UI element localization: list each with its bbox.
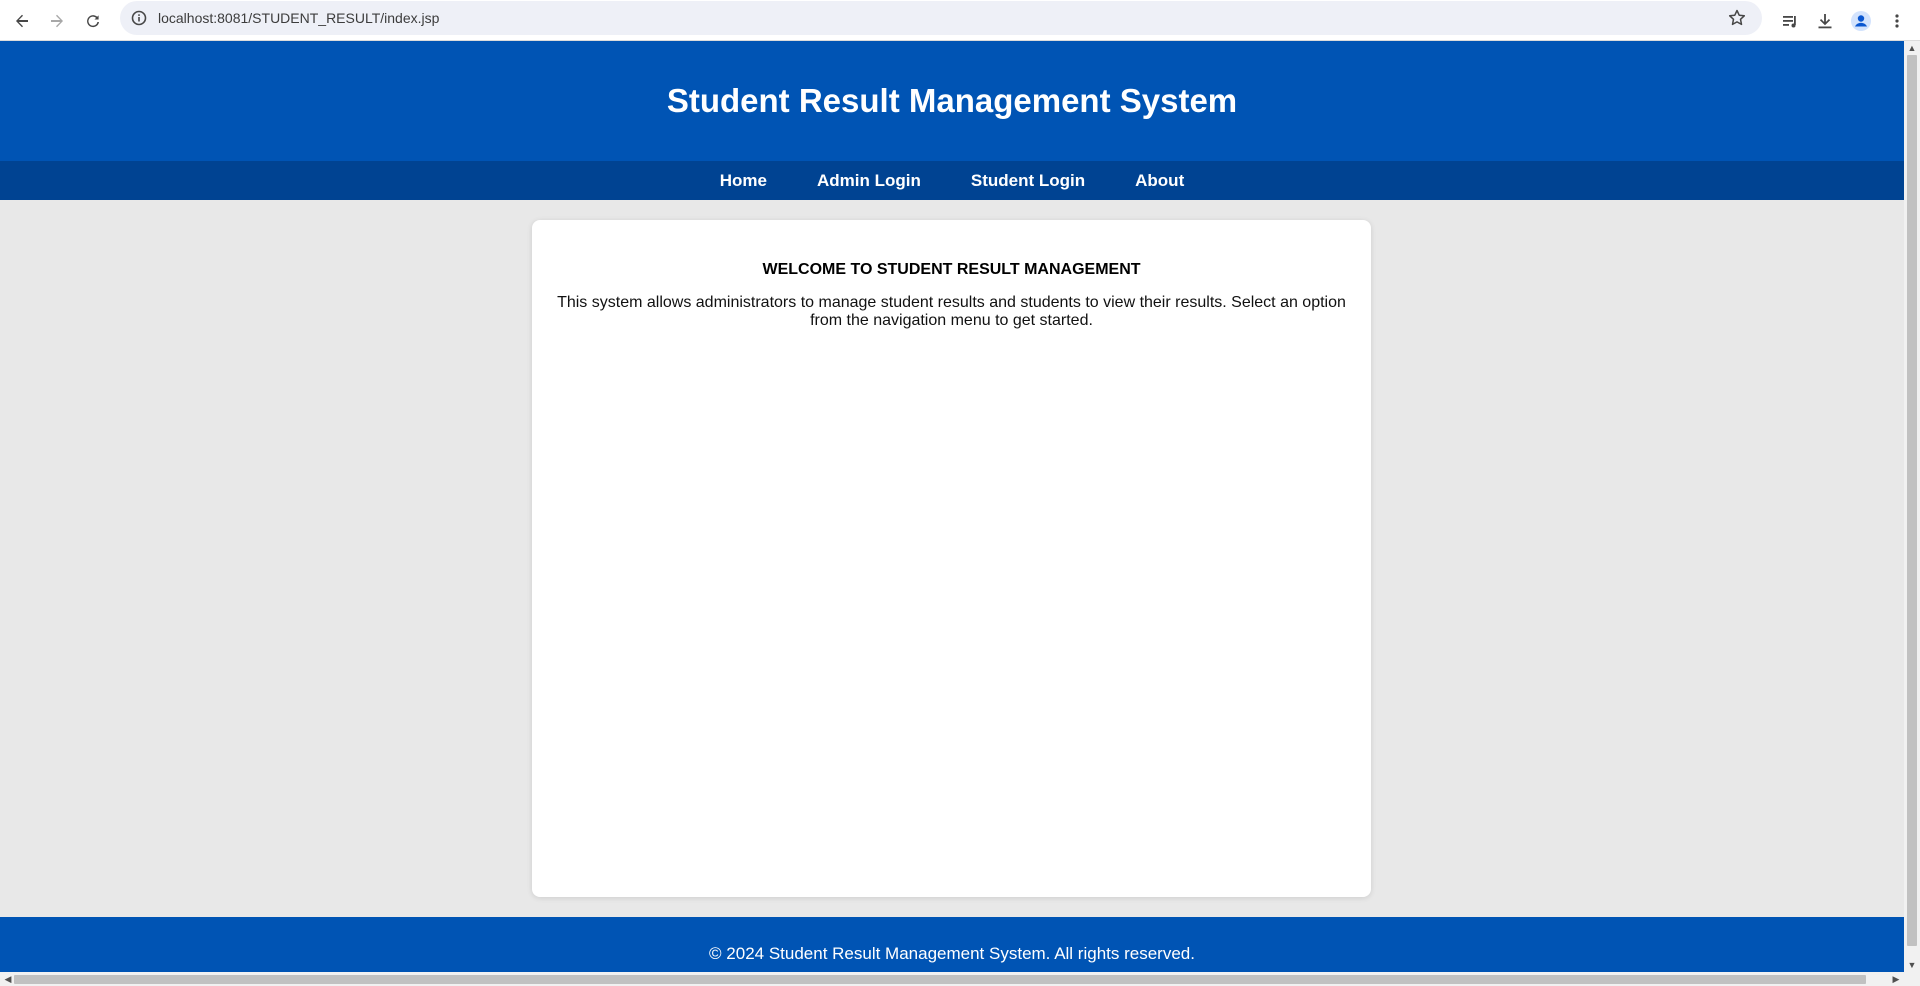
site-info-icon[interactable] <box>130 9 148 27</box>
address-bar[interactable]: localhost:8081/STUDENT_RESULT/index.jsp <box>120 1 1762 35</box>
profile-button[interactable] <box>1846 6 1876 36</box>
horizontal-scrollbar[interactable]: ◀ ▶ <box>0 972 1904 986</box>
back-arrow-icon <box>16 14 28 28</box>
back-button[interactable] <box>7 6 37 36</box>
nav-link-about[interactable]: About <box>1135 171 1184 191</box>
bookmark-star-icon[interactable] <box>1726 7 1748 29</box>
reload-button[interactable] <box>78 6 108 36</box>
welcome-heading: WELCOME TO STUDENT RESULT MANAGEMENT <box>762 261 1141 278</box>
page-viewport: Student Result Management System Home Ad… <box>0 41 1904 972</box>
main-navigation: Home Admin Login Student Login About <box>0 161 1904 200</box>
nav-link-admin-login[interactable]: Admin Login <box>817 171 921 191</box>
profile-avatar-icon <box>1851 11 1871 31</box>
media-control-button[interactable] <box>1775 6 1805 36</box>
nav-link-home[interactable]: Home <box>720 171 767 191</box>
scrollbar-corner <box>1904 972 1920 986</box>
site-footer: © 2024 Student Result Management System.… <box>0 917 1904 972</box>
forward-button[interactable] <box>42 6 72 36</box>
page-title: Student Result Management System <box>666 82 1238 119</box>
media-queue-icon <box>1783 16 1796 28</box>
footer-copyright: © 2024 Student Result Management System.… <box>709 944 1195 963</box>
site-header: Student Result Management System <box>0 41 1904 161</box>
horizontal-scroll-thumb[interactable] <box>14 975 1866 984</box>
browser-toolbar: localhost:8081/STUDENT_RESULT/index.jsp <box>0 0 1920 41</box>
forward-arrow-icon <box>51 14 63 28</box>
scroll-right-arrow-icon[interactable]: ▶ <box>1888 972 1904 986</box>
browser-menu-button[interactable] <box>1882 6 1912 36</box>
downloads-button[interactable] <box>1810 6 1840 36</box>
reload-icon <box>87 15 99 28</box>
url-text[interactable]: localhost:8081/STUDENT_RESULT/index.jsp <box>158 10 439 26</box>
more-vertical-icon <box>1895 14 1899 28</box>
content-card: WELCOME TO STUDENT RESULT MANAGEMENT Thi… <box>532 220 1371 897</box>
nav-link-student-login[interactable]: Student Login <box>971 171 1085 191</box>
vertical-scrollbar[interactable]: ▲ ▼ <box>1904 41 1920 972</box>
vertical-scroll-thumb[interactable] <box>1907 55 1917 946</box>
welcome-description: This system allows administrators to man… <box>557 294 1346 329</box>
scroll-up-arrow-icon[interactable]: ▲ <box>1904 41 1920 55</box>
download-icon <box>1818 14 1832 29</box>
scroll-down-arrow-icon[interactable]: ▼ <box>1904 958 1920 972</box>
